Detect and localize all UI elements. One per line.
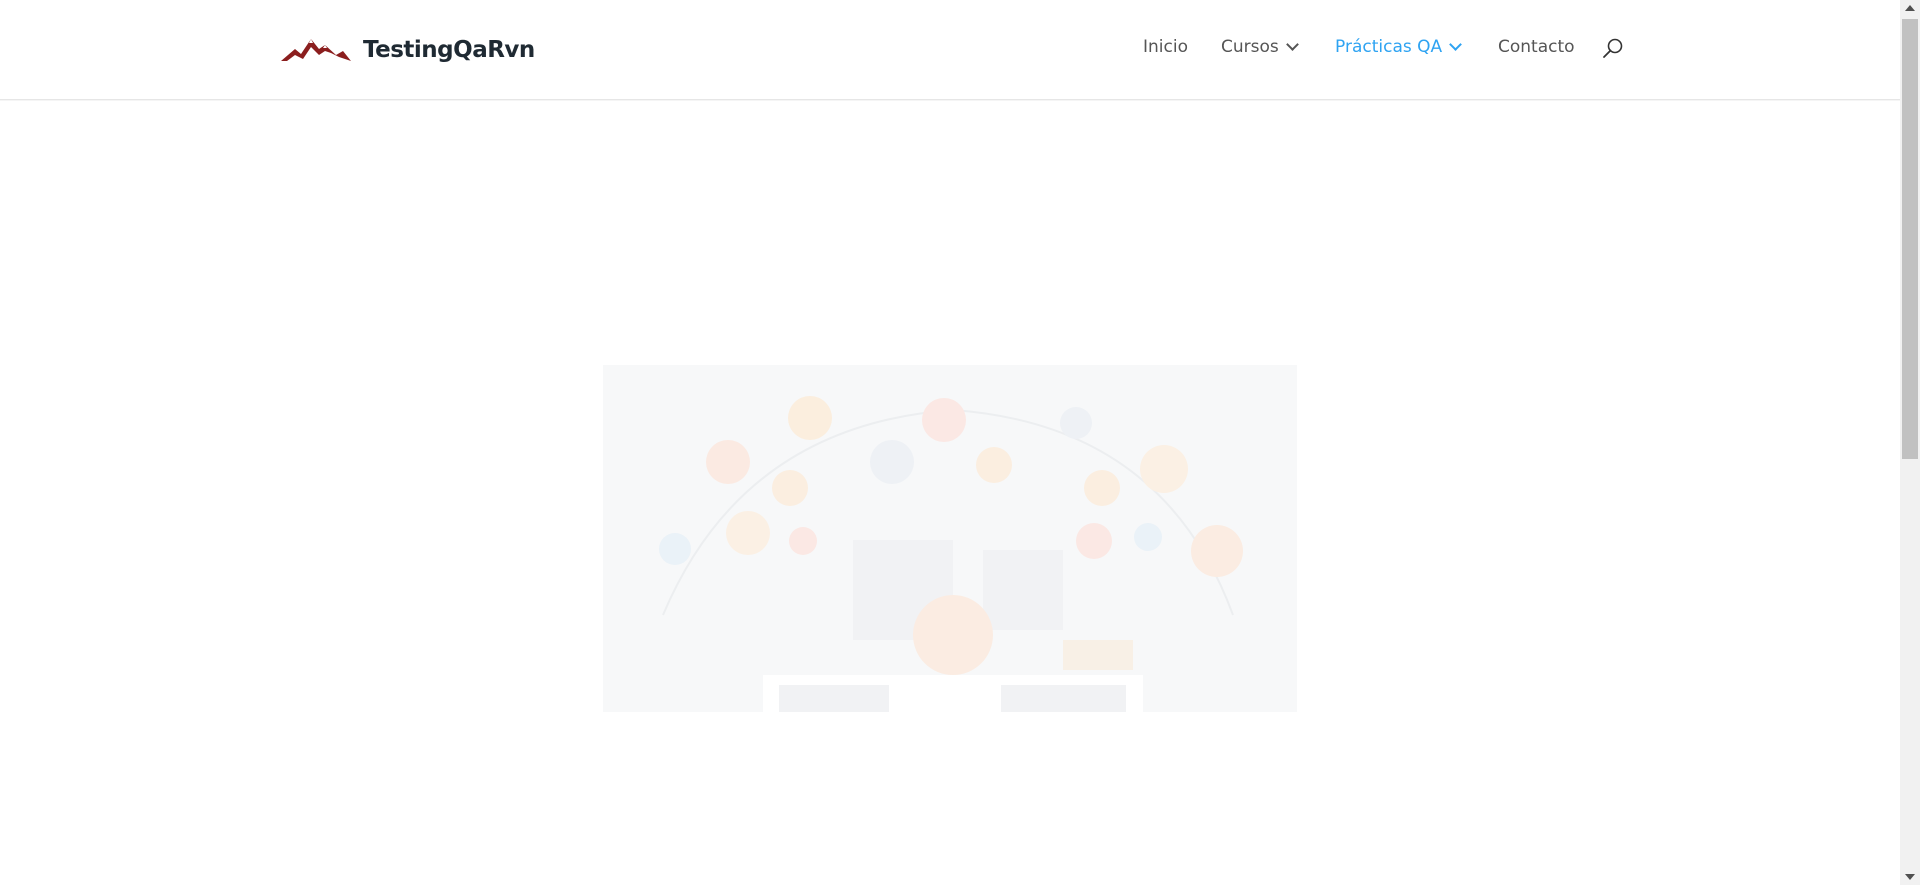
nav-item-contacto[interactable]: Contacto (1498, 37, 1575, 57)
chevron-down-icon (1449, 37, 1463, 51)
nav-item-cursos[interactable]: Cursos (1221, 37, 1299, 57)
page-scrollbar[interactable] (1900, 0, 1920, 885)
scroll-down-icon[interactable] (1905, 874, 1915, 880)
search-icon[interactable] (1601, 37, 1625, 61)
scroll-thumb[interactable] (1902, 19, 1918, 459)
qa-testing-illustration (603, 365, 1297, 712)
mountain-logo-icon (281, 39, 351, 61)
chevron-down-icon (1285, 37, 1299, 51)
scroll-up-icon[interactable] (1905, 5, 1915, 11)
nav-item-label: Cursos (1221, 37, 1279, 57)
site-logo[interactable]: TestingQaRvn (281, 30, 535, 70)
nav-item-inicio[interactable]: Inicio (1143, 37, 1188, 57)
nav-item-label: Contacto (1498, 37, 1575, 57)
nav-item-label: Inicio (1143, 37, 1188, 57)
logo-text: TestingQaRvn (363, 37, 535, 63)
site-header: TestingQaRvn Inicio Cursos Prácticas QA … (0, 0, 1900, 100)
nav-item-practicas-qa[interactable]: Prácticas QA (1335, 37, 1463, 57)
page: TestingQaRvn Inicio Cursos Prácticas QA … (0, 0, 1920, 885)
nav-item-label: Prácticas QA (1335, 37, 1443, 57)
